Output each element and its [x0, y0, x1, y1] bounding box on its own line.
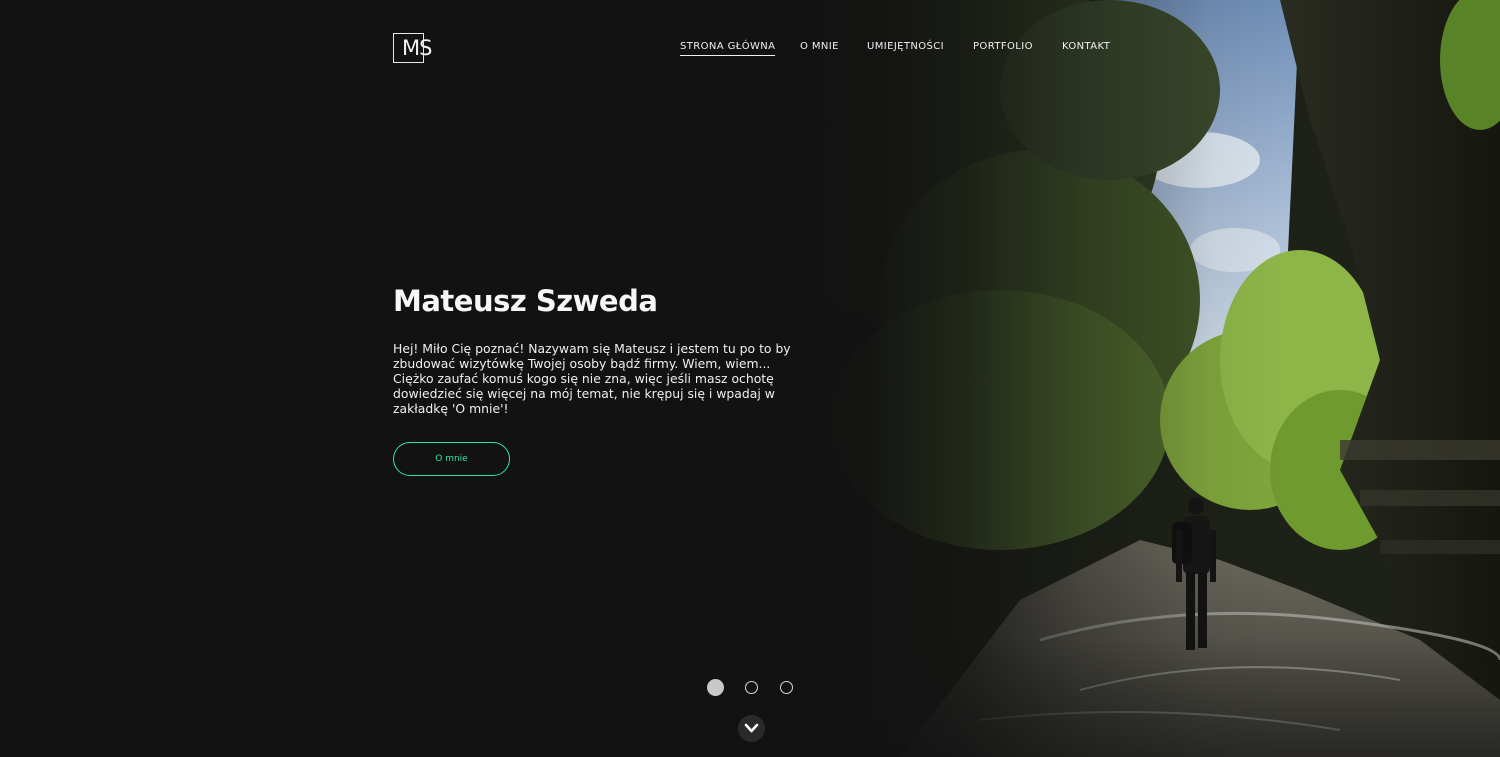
hero-background-photo: [780, 0, 1500, 757]
nav-item-o-mnie[interactable]: O MNIE: [800, 40, 839, 54]
nav-item-portfolio[interactable]: PORTFOLIO: [973, 40, 1033, 54]
scroll-down-button[interactable]: [738, 715, 765, 742]
nav-item-strona-glowna[interactable]: STRONA GŁÓWNA: [680, 40, 776, 56]
nav-item-kontakt[interactable]: KONTAKT: [1062, 40, 1110, 54]
about-me-button[interactable]: O mnie: [393, 442, 510, 476]
nav-item-umiejetnosci[interactable]: UMIEJĘTNOŚCI: [867, 40, 944, 54]
hero-description: Hej! Miło Cię poznać! Nazywam się Mateus…: [393, 341, 791, 416]
main-nav: STRONA GŁÓWNA O MNIE UMIEJĘTNOŚCI PORTFO…: [0, 40, 1500, 62]
chevron-down-icon: [744, 723, 759, 733]
slider-dot-1[interactable]: [707, 679, 724, 696]
slider-dot-3[interactable]: [780, 681, 793, 694]
hero-title: Mateusz Szweda: [393, 284, 658, 318]
slider-dot-2[interactable]: [745, 681, 758, 694]
photo-bottom-overlay: [780, 637, 1500, 757]
hero-section: MS STRONA GŁÓWNA O MNIE UMIEJĘTNOŚCI POR…: [0, 0, 1500, 757]
